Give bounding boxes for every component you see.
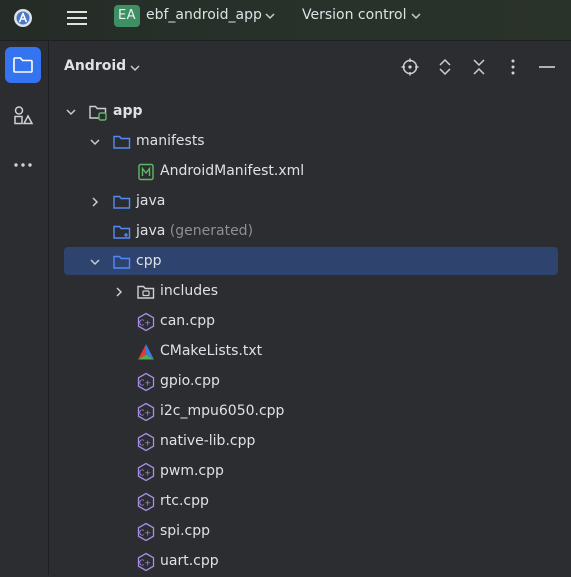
tree-node-spi-cpp[interactable]: C+ spi.cpp <box>49 517 571 547</box>
folder-icon <box>113 195 131 209</box>
svg-text:C+: C+ <box>139 409 151 418</box>
folder-icon <box>13 57 33 73</box>
tree-node-label: spi.cpp <box>160 523 210 539</box>
minimize-icon[interactable] <box>537 57 557 77</box>
locate-icon[interactable] <box>400 57 420 77</box>
cpp-file-icon: C+ <box>137 432 155 452</box>
svg-text:C+: C+ <box>139 319 151 328</box>
tree-node-pwm-cpp[interactable]: C+ pwm.cpp <box>49 457 571 487</box>
options-icon[interactable] <box>503 57 523 77</box>
tree-node-manifests[interactable]: manifests <box>49 127 571 157</box>
tree-node-label: rtc.cpp <box>160 493 209 509</box>
tree-node-java-generated[interactable]: java (generated) <box>49 217 571 247</box>
tree-node-androidmanifest[interactable]: AndroidManifest.xml <box>49 157 571 187</box>
tree-node-label: i2c_mpu6050.cpp <box>160 403 285 419</box>
cpp-file-icon: C+ <box>137 402 155 422</box>
chevron-right-icon[interactable] <box>113 286 125 298</box>
tree-node-label: AndroidManifest.xml <box>160 163 305 179</box>
tree-node-includes[interactable]: includes <box>49 277 571 307</box>
project-panel-header: Android <box>49 41 571 91</box>
tree-node-label: includes <box>160 283 219 299</box>
shapes-icon <box>14 106 34 125</box>
more-tool-windows-button[interactable] <box>5 147 41 183</box>
project-tree: app manifests AndroidManifest.xml java j… <box>49 97 571 577</box>
project-name[interactable]: ebf_android_app <box>146 7 262 23</box>
tree-node-label: uart.cpp <box>160 553 219 569</box>
tree-node-uart-cpp[interactable]: C+ uart.cpp <box>49 547 571 577</box>
view-chevron-down-icon[interactable] <box>129 62 141 74</box>
tree-node-label: java <box>136 193 166 209</box>
collapse-all-icon[interactable] <box>469 57 489 77</box>
main-menu-icon[interactable] <box>66 8 88 28</box>
tree-node-rtc-cpp[interactable]: C+ rtc.cpp <box>49 487 571 517</box>
project-tool-button[interactable] <box>5 47 41 83</box>
tree-node-label: java (generated) <box>136 223 254 239</box>
resource-manager-button[interactable] <box>5 97 41 133</box>
tree-node-label: gpio.cpp <box>160 373 220 389</box>
vcs-chevron-down-icon[interactable] <box>410 10 422 22</box>
svg-text:C+: C+ <box>139 499 151 508</box>
cmake-file-icon <box>138 344 154 360</box>
view-selector[interactable]: Android <box>64 58 126 74</box>
tree-node-label: app <box>113 103 143 119</box>
include-folder-icon <box>137 285 155 299</box>
tree-node-label: pwm.cpp <box>160 463 224 479</box>
expand-all-icon[interactable] <box>435 57 455 77</box>
tree-node-gpio-cpp[interactable]: C+ gpio.cpp <box>49 367 571 397</box>
module-folder-icon <box>89 105 107 121</box>
more-icon <box>14 163 32 167</box>
title-bar: EA ebf_android_app Version control <box>0 0 571 41</box>
project-avatar[interactable]: EA <box>114 5 140 27</box>
tree-node-label: native-lib.cpp <box>160 433 256 449</box>
cpp-file-icon: C+ <box>137 552 155 572</box>
svg-text:C+: C+ <box>139 529 151 538</box>
manifest-file-icon <box>138 163 154 181</box>
tree-node-label: CMakeLists.txt <box>160 343 263 359</box>
tree-node-label: manifests <box>136 133 205 149</box>
generated-suffix: (generated) <box>169 223 254 239</box>
tree-node-label: can.cpp <box>160 313 216 329</box>
folder-icon <box>113 255 131 269</box>
tree-node-i2c-mpu6050-cpp[interactable]: C+ i2c_mpu6050.cpp <box>49 397 571 427</box>
version-control-menu[interactable]: Version control <box>302 7 406 23</box>
cpp-file-icon: C+ <box>137 462 155 482</box>
svg-text:C+: C+ <box>139 379 151 388</box>
tool-window-strip <box>0 41 49 575</box>
chevron-down-icon[interactable] <box>65 106 77 118</box>
tree-node-cmakelists[interactable]: CMakeLists.txt <box>49 337 571 367</box>
tree-node-java[interactable]: java <box>49 187 571 217</box>
tree-node-can-cpp[interactable]: C+ can.cpp <box>49 307 571 337</box>
tree-node-cpp[interactable]: cpp <box>49 247 571 277</box>
chevron-down-icon[interactable] <box>89 136 101 148</box>
folder-icon <box>113 135 131 149</box>
chevron-right-icon[interactable] <box>89 196 101 208</box>
cpp-file-icon: C+ <box>137 372 155 392</box>
tree-node-native-lib-cpp[interactable]: C+ native-lib.cpp <box>49 427 571 457</box>
android-studio-logo-icon[interactable] <box>10 5 36 31</box>
chevron-down-icon[interactable] <box>89 256 101 268</box>
tree-node-label: cpp <box>136 253 162 269</box>
tree-node-app[interactable]: app <box>49 97 571 127</box>
generated-folder-icon <box>113 225 131 239</box>
svg-text:C+: C+ <box>139 439 151 448</box>
svg-text:C+: C+ <box>139 469 151 478</box>
cpp-file-icon: C+ <box>137 492 155 512</box>
project-chevron-down-icon[interactable] <box>264 10 276 22</box>
cpp-file-icon: C+ <box>137 312 155 332</box>
svg-text:C+: C+ <box>139 559 151 568</box>
cpp-file-icon: C+ <box>137 522 155 542</box>
